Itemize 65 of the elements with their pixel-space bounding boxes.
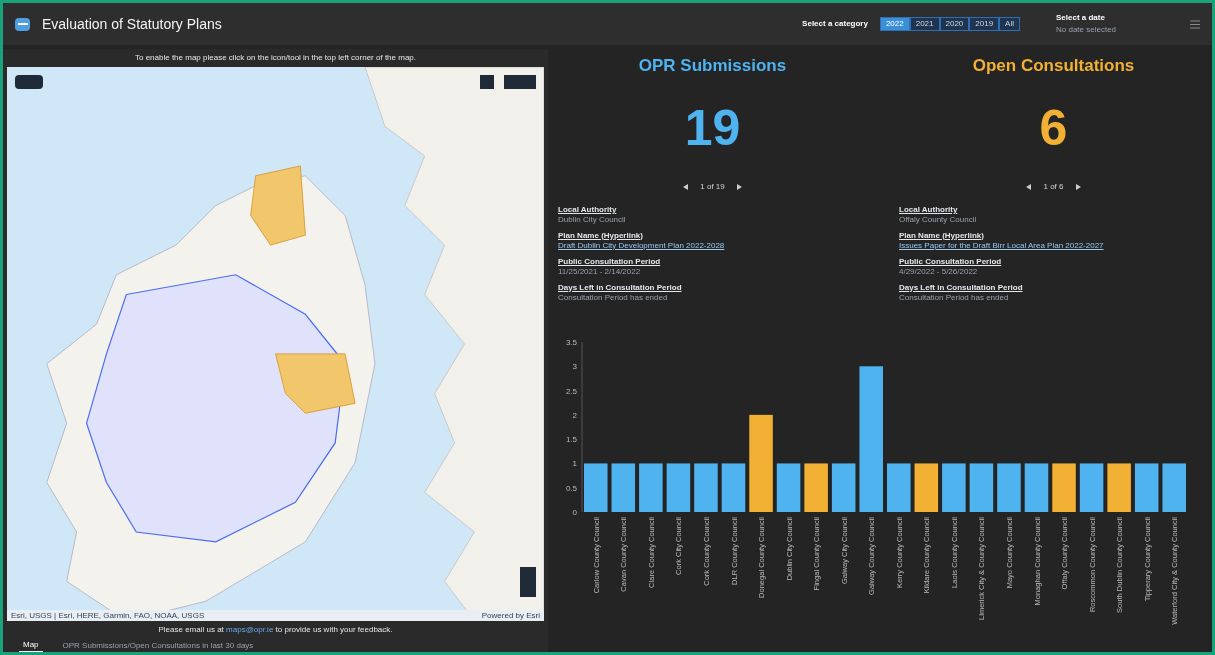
bottom-tab[interactable]: Map — [19, 639, 43, 652]
layer-toggle-button[interactable] — [15, 75, 43, 89]
y-axis-label: 0 — [572, 508, 577, 517]
bar[interactable] — [721, 463, 746, 512]
category-button[interactable]: 2019 — [969, 17, 1000, 31]
next-arrow-icon[interactable] — [736, 183, 742, 190]
bottom-tab[interactable]: OPR Submissions/Open Consultations in last 30 days — [58, 639, 258, 652]
y-axis-label: 3 — [572, 362, 577, 372]
y-axis-label: 2 — [572, 410, 577, 420]
count: 19 — [683, 102, 742, 153]
bar[interactable] — [776, 463, 801, 512]
field-label: Public Consultation Period — [558, 256, 661, 267]
category-button[interactable]: 2020 — [939, 17, 970, 31]
panel-title: Open Consultations — [971, 55, 1136, 77]
bar[interactable] — [831, 463, 856, 512]
pager-text: 1 of 19 — [700, 180, 725, 193]
field-value: Dublin City Council — [558, 214, 626, 225]
field-value: 11/25/2021 - 2/14/2022 — [558, 266, 641, 277]
bar[interactable] — [1134, 463, 1159, 512]
date-label: Select a date — [1056, 12, 1106, 24]
app-title: Evaluation of Statutory Plans — [42, 14, 222, 34]
previous-arrow-icon[interactable] — [683, 183, 689, 190]
bar[interactable] — [611, 463, 636, 512]
bar[interactable] — [666, 463, 691, 512]
previous-arrow-icon[interactable] — [1026, 183, 1032, 190]
field-label: Days Left in Consultation Period — [558, 282, 682, 293]
map-attribution: Esri, USGS | Esri, HERE, Garmin, FAO, NOAA, USGS — [11, 611, 205, 620]
count: 6 — [1038, 102, 1069, 153]
plan-link[interactable]: Issues Paper for the Draft Birr Local Area Plan 2022-2027 — [899, 240, 1104, 251]
highlighted-county-shape[interactable] — [250, 165, 306, 246]
y-axis-label: 3.5 — [565, 338, 577, 347]
email-link[interactable]: maps@opr.ie — [226, 625, 274, 634]
field-value: Consultation Period has ended — [899, 292, 1009, 303]
date-value: No date selected — [1056, 24, 1118, 36]
field-value: 4/29/2022 - 5/26/2022 — [899, 266, 978, 277]
field-value: Consultation Period has ended — [558, 292, 668, 303]
powered-by: Powered by Esri — [481, 611, 540, 620]
plan-link[interactable]: Draft Dublin City Development Plan 2022-2028 — [558, 240, 725, 251]
y-axis-label: 1.5 — [565, 435, 577, 445]
pager-text: 1 of 6 — [1043, 180, 1064, 193]
y-axis-label: 1 — [572, 459, 577, 469]
county-regions-drawing[interactable] — [85, 274, 356, 543]
panel-title: OPR Submissions — [637, 55, 788, 77]
category-button[interactable]: All — [999, 17, 1020, 31]
map-drawing[interactable]: Esri, USGS | Esri, HERE, Garmin, FAO, NOAA, USGS Powered by Esri — [7, 67, 544, 621]
field-label: Local Authority — [558, 204, 617, 215]
feedback-text: Please email us at maps@opr.ie to provide us with your feedback. — [157, 624, 394, 636]
field-label: Local Authority — [899, 204, 958, 215]
y-axis-label: 2.5 — [565, 386, 577, 396]
menu-icon[interactable] — [1190, 19, 1200, 29]
y-axis-label: 0.5 — [565, 483, 577, 493]
app-logo-icon — [15, 17, 30, 31]
bar[interactable] — [1024, 463, 1049, 512]
field-label: Public Consultation Period — [899, 256, 1002, 267]
field-label: Plan Name (Hyperlink) — [899, 230, 984, 241]
next-arrow-icon[interactable] — [1075, 183, 1081, 190]
bar[interactable] — [914, 463, 939, 512]
bar[interactable] — [969, 463, 994, 512]
category-button[interactable]: 2021 — [909, 17, 940, 31]
map-notice: To enable the map please click on the icon/tool in the top left corner of the map. — [133, 52, 418, 64]
category-label: Select a category — [802, 18, 868, 30]
field-label: Plan Name (Hyperlink) — [558, 230, 643, 241]
field-value: Offaly County Council — [899, 214, 977, 225]
field-label: Days Left in Consultation Period — [899, 282, 1023, 293]
bar[interactable] — [1079, 463, 1104, 512]
